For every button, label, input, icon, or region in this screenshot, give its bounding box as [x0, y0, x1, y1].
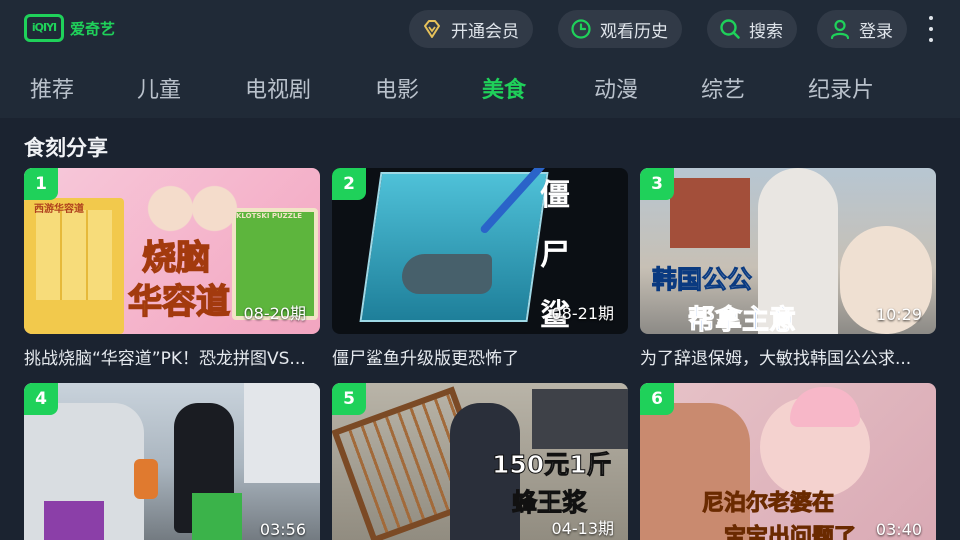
orange-bag [134, 459, 158, 499]
thumb-char-2: 尸 [540, 238, 570, 273]
thumb-title-line2: 华容道 [127, 281, 231, 323]
clock-icon [570, 18, 592, 40]
duration-stamp: 03:56 [259, 520, 306, 539]
episode-stamp: 04-13期 [551, 519, 615, 538]
video-thumbnail[interactable]: 韩国公公 帮拿主意 3 10:29 [640, 168, 936, 334]
tab-variety[interactable]: 综艺 [701, 72, 745, 104]
video-thumbnail[interactable]: 150元1斤 蜂王浆 5 04-13期 [332, 383, 628, 540]
baby-hat [790, 387, 860, 427]
rank-badge: 4 [24, 383, 58, 415]
rank-badge: 1 [24, 168, 58, 200]
rank-badge: 6 [640, 383, 674, 415]
tab-movies[interactable]: 电影 [375, 72, 419, 104]
video-thumbnail[interactable]: 尼泊尔老婆在 宝宝出问题了 6 03:40 [640, 383, 936, 540]
klotski-label: KLOTSKI PUZZLE [236, 212, 303, 220]
tab-tv-series[interactable]: 电视剧 [245, 72, 311, 104]
duration-stamp: 03:40 [875, 520, 922, 539]
history-button-label: 观看历史 [600, 21, 668, 42]
video-card[interactable]: 西游华容道 KLOTSKI PUZZLE 烧脑 华容道 1 08-20期 挑战烧… [24, 168, 320, 369]
search-button[interactable]: 搜索 [707, 10, 797, 48]
logo-text: 爱奇艺 [70, 19, 116, 38]
episode-stamp: 08-21期 [551, 304, 615, 323]
rank-badge: 5 [332, 383, 366, 415]
video-thumbnail[interactable]: 僵 尸 鲨 2 08-21期 [332, 168, 628, 334]
section-title: 食刻分享 [24, 136, 108, 160]
thumb-title-line1: 烧脑 [141, 237, 211, 279]
iqiyi-logo-mark: iQIYI [24, 14, 64, 42]
vip-button[interactable]: 开通会员 [409, 10, 533, 48]
tab-anime[interactable]: 动漫 [594, 72, 638, 104]
video-card[interactable]: 尼泊尔老婆在 宝宝出问题了 6 03:40 [640, 383, 936, 540]
video-title: 为了辞退保姆，大敏找韩国公公求... [640, 349, 912, 369]
storage-box [44, 501, 104, 540]
history-button[interactable]: 观看历史 [558, 10, 682, 48]
video-title: 僵尸鲨鱼升级版更恐怖了 [332, 349, 519, 369]
shark-model [402, 254, 492, 294]
video-thumbnail[interactable]: 西游华容道 KLOTSKI PUZZLE 烧脑 华容道 1 08-20期 [24, 168, 320, 334]
rank-badge: 2 [332, 168, 366, 200]
tab-food[interactable]: 美食 [482, 72, 526, 104]
thumb-char-1: 僵 [540, 178, 570, 213]
rank-badge: 3 [640, 168, 674, 200]
diamond-icon [421, 18, 443, 40]
puzzle-label: 西游华容道 [34, 204, 84, 215]
login-button[interactable]: 登录 [817, 10, 907, 48]
green-bag [192, 493, 242, 540]
video-card[interactable]: 4 03:56 [24, 383, 320, 540]
tab-documentary[interactable]: 纪录片 [808, 72, 874, 104]
user-icon [829, 18, 851, 40]
episode-stamp: 08-20期 [243, 304, 307, 323]
login-button-label: 登录 [859, 21, 893, 42]
video-card[interactable]: 僵 尸 鲨 2 08-21期 僵尸鲨鱼升级版更恐怖了 [332, 168, 628, 369]
tab-recommend[interactable]: 推荐 [30, 72, 74, 104]
thumb-price: 150元1斤 [492, 450, 613, 480]
thumb-title-line2: 宝宝出问题了 [723, 525, 857, 540]
search-icon [719, 18, 741, 40]
iqiyi-logo[interactable]: iQIYI 爱奇艺 [24, 14, 115, 42]
tab-kids[interactable]: 儿童 [137, 72, 181, 104]
thumb-title-line1: 韩国公公 [651, 265, 753, 295]
building [244, 383, 320, 483]
thumb-product: 蜂王浆 [511, 488, 588, 518]
video-card[interactable]: 150元1斤 蜂王浆 5 04-13期 [332, 383, 628, 540]
video-card[interactable]: 韩国公公 帮拿主意 3 10:29 为了辞退保姆，大敏找韩国公公求... [640, 168, 936, 369]
more-menu-icon[interactable] [924, 16, 938, 42]
puzzle-grid [36, 210, 112, 300]
roof [532, 389, 628, 449]
duration-stamp: 10:29 [875, 305, 922, 324]
thumb-title-line2: 帮拿主意 [688, 305, 797, 335]
building [670, 178, 750, 248]
search-button-label: 搜索 [749, 21, 783, 42]
thumb-title-line1: 尼泊尔老婆在 [701, 491, 835, 517]
video-title: 挑战烧脑“华容道”PK！恐龙拼图VS... [24, 349, 306, 369]
video-thumbnail[interactable]: 4 03:56 [24, 383, 320, 540]
vip-button-label: 开通会员 [451, 21, 519, 42]
